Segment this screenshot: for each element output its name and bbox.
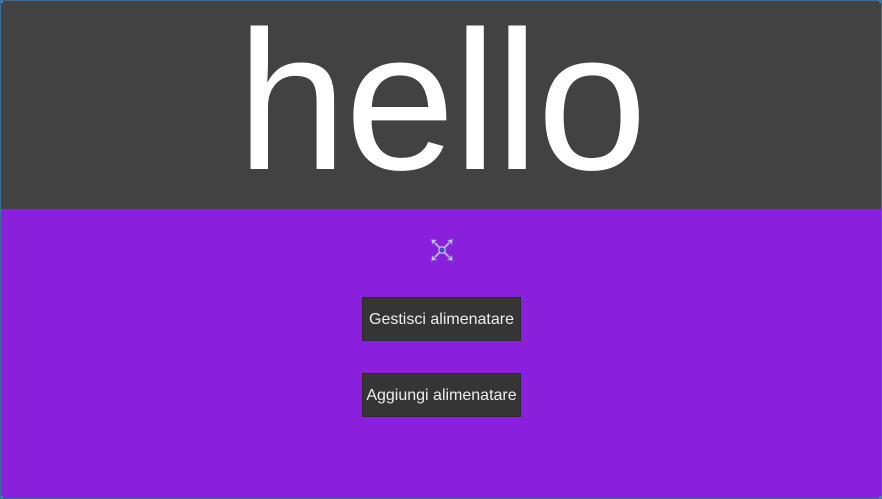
manage-power-supply-button[interactable]: Gestisci alimenatare: [362, 297, 521, 341]
hello-title: hello: [236, 0, 647, 211]
main-panel: Gestisci alimenatare Aggiungi alimenatar…: [1, 209, 881, 498]
move-gizmo-icon: [430, 238, 454, 262]
app-window: hello Gestisci alimenatare Aggiungi alim…: [0, 0, 882, 499]
add-power-supply-button[interactable]: Aggiungi alimenatare: [362, 373, 521, 417]
header-panel: hello: [1, 0, 881, 211]
